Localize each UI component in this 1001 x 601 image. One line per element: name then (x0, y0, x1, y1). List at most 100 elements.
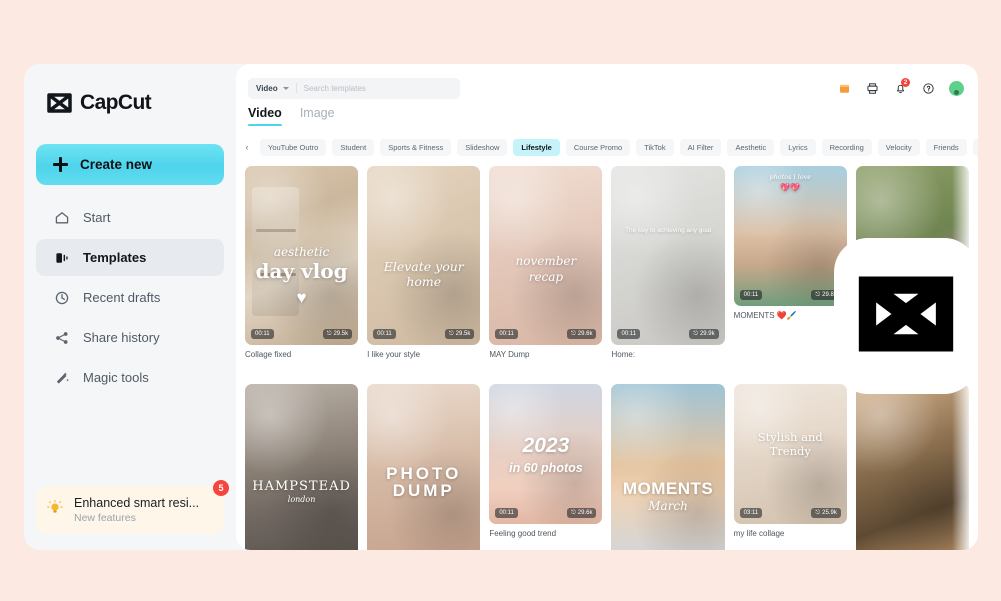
chip-student[interactable]: Student (332, 138, 375, 156)
template-card[interactable]: MOMENTS March (611, 384, 725, 550)
chip-lyrics[interactable]: Lyrics (780, 138, 816, 156)
capcut-logo-overlay-card (834, 238, 978, 394)
template-card[interactable]: Elevate your home 00:11 ⎋ 29.5k I like yo… (367, 166, 481, 376)
lightbulb-icon (46, 499, 64, 522)
template-thumbnail[interactable]: aesthetic day vlog ♥ 00:11 ⎋ 29.5k (245, 166, 359, 345)
uses-badge: ⎋ 29.5k (444, 329, 475, 339)
user-avatar[interactable] (949, 80, 964, 96)
notification-badge: 2 (901, 78, 910, 87)
template-card[interactable]: november recap 00:11 ⎋ 29.6k MAY Dump (489, 166, 603, 376)
duration-badge: 00:11 (495, 508, 518, 518)
brand: CapCut (36, 78, 224, 122)
chips-prev-arrow[interactable]: ‹ (240, 140, 254, 154)
template-caption: MAY Dump (489, 350, 530, 359)
topbar: Video Search templates 2 (236, 70, 978, 106)
sidebar-item-share-history[interactable]: Share history (36, 319, 224, 356)
template-card[interactable]: photos i love 💖💖 00:11 ⎋ 29.8k MOMENTS ❤️… (733, 166, 847, 376)
template-caption: my life collage (733, 529, 785, 538)
chip-recording[interactable]: Recording (821, 138, 872, 156)
thumbnail-art (245, 384, 359, 550)
promo-subtitle: New features (74, 512, 136, 524)
sidebar-item-magic-tools[interactable]: Magic tools (36, 359, 224, 396)
sidebar-item-label: Magic tools (83, 370, 149, 385)
thumbnail-art (733, 166, 847, 306)
thumbnail-badges: 00:11 ⎋ 29.5k (251, 329, 353, 339)
print-icon[interactable] (865, 81, 879, 95)
clock-icon (53, 289, 70, 306)
template-thumbnail[interactable]: Stylish and Trendy 03:11 ⎋ 25.9k (733, 384, 847, 524)
template-caption: Collage fixed (245, 350, 292, 359)
template-card[interactable] (855, 384, 969, 550)
template-thumbnail[interactable]: HAMPSTEAD london (245, 384, 359, 550)
sidebar-item-templates[interactable]: Templates (36, 239, 224, 276)
duration-badge: 00:11 (373, 329, 396, 339)
bell-icon[interactable]: 2 (893, 78, 910, 95)
create-new-button[interactable]: Create new (36, 144, 224, 185)
template-caption: Feeling good trend (489, 529, 557, 538)
chip-friends[interactable]: Friends (925, 138, 967, 156)
thumbnail-art (367, 384, 481, 550)
promo-banner[interactable]: Enhanced smart resi... New features 5 (36, 480, 229, 534)
template-card[interactable]: Stylish and Trendy 03:11 ⎋ 25.9k my life … (733, 384, 847, 550)
template-card[interactable]: 2023 in 60 photos 00:11 ⎋ 29.6k Feeling g… (489, 384, 603, 550)
uses-badge: ⎋ 29.5k (322, 329, 353, 339)
sidebar-item-label: Start (83, 210, 111, 225)
sidebar-item-start[interactable]: Start (36, 199, 224, 236)
chip-youtube-outro[interactable]: YouTube Outro (260, 138, 327, 156)
template-thumbnail[interactable]: MOMENTS March (611, 384, 725, 550)
template-card[interactable]: aesthetic day vlog ♥ 00:11 ⎋ 29.5k Collag… (245, 166, 359, 376)
template-thumbnail[interactable]: november recap 00:11 ⎋ 29.6k (489, 166, 603, 345)
capcut-logo-icon (46, 93, 73, 113)
template-thumbnail[interactable]: The key to achieving any goal 00:11 ⎋ 29.… (611, 166, 725, 345)
search-input[interactable] (303, 83, 452, 93)
thumbnail-art (611, 384, 725, 550)
promo-badge: 5 (213, 480, 229, 496)
templates-icon (53, 249, 70, 266)
thumbnail-badges: 00:11 ⎋ 29.6k (495, 329, 597, 339)
template-thumbnail[interactable]: PHOTO DUMP (367, 384, 481, 550)
magic-wand-icon (53, 369, 70, 386)
chip-slideshow[interactable]: Slideshow (457, 138, 508, 156)
help-icon[interactable] (921, 81, 935, 95)
chip-ai-filter[interactable]: AI Filter (679, 138, 722, 156)
thumbnail-badges: 03:11 ⎋ 25.9k (739, 508, 841, 518)
chip-aesthetic[interactable]: Aesthetic (727, 138, 775, 156)
sidebar-item-label: Templates (83, 250, 147, 265)
chevron-down-icon[interactable] (282, 86, 289, 90)
template-card[interactable]: HAMPSTEAD london (245, 384, 359, 550)
thumbnail-badges: 00:11 ⎋ 29.5k (373, 329, 475, 339)
template-caption: MOMENTS ❤️🖌️ (733, 311, 797, 320)
share-icon (53, 329, 70, 346)
sidebar-item-recent-drafts[interactable]: Recent drafts (36, 279, 224, 316)
thumbnail-art (733, 384, 847, 524)
gift-icon[interactable] (837, 81, 851, 95)
template-thumbnail[interactable] (855, 384, 969, 550)
sidebar-item-label: Share history (83, 330, 160, 345)
chip-lifestyle[interactable]: Lifestyle (513, 138, 560, 156)
sidebar: CapCut Create new Start Templates Recent… (24, 64, 236, 550)
tab-video[interactable]: Video (248, 106, 282, 126)
chip-course-promo[interactable]: Course Promo (565, 138, 631, 156)
chip-tiktok[interactable]: TikTok (636, 138, 674, 156)
chip-sports-fitness[interactable]: Sports & Fitness (380, 138, 452, 156)
chip-velocity[interactable]: Velocity (877, 138, 920, 156)
template-thumbnail[interactable]: Elevate your home 00:11 ⎋ 29.5k (367, 166, 481, 345)
main-content: Video Search templates 2 Video Image ‹ Y… (236, 64, 978, 550)
duration-badge: 00:11 (251, 329, 274, 339)
promo-title: Enhanced smart resi... (74, 496, 200, 510)
tab-image[interactable]: Image (300, 106, 335, 126)
thumbnail-art (489, 166, 603, 345)
template-thumbnail[interactable]: 2023 in 60 photos 00:11 ⎋ 29.6k (489, 384, 603, 524)
template-card[interactable]: PHOTO DUMP (367, 384, 481, 550)
chip-memes[interactable]: Memes (972, 138, 978, 156)
duration-badge: 00:11 (739, 290, 763, 300)
template-card[interactable]: The key to achieving any goal 00:11 ⎋ 29.… (611, 166, 725, 376)
uses-badge: ⎋ 29.9k (689, 329, 719, 339)
create-new-label: Create new (80, 157, 153, 172)
template-thumbnail[interactable]: photos i love 💖💖 00:11 ⎋ 29.8k (733, 166, 847, 306)
thumbnail-art (855, 384, 969, 550)
brand-name: CapCut (80, 91, 152, 114)
template-caption: Home: (611, 350, 636, 359)
search-bar[interactable]: Video (248, 77, 460, 99)
search-scope-label: Video (256, 83, 278, 93)
